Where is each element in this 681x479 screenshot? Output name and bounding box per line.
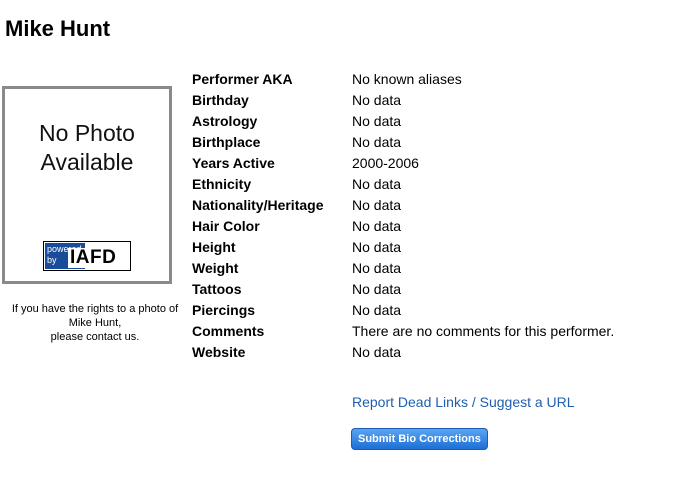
bio-row: Hair Color No data: [192, 216, 614, 237]
bio-row: Birthplace No data: [192, 132, 614, 153]
bio-row: Weight No data: [192, 258, 614, 279]
bio-label: Birthplace: [192, 134, 261, 150]
bio-label: Birthday: [192, 92, 249, 108]
submit-bio-corrections-button[interactable]: Submit Bio Corrections: [351, 428, 488, 450]
bio-label: Ethnicity: [192, 176, 252, 192]
bio-label: Website: [192, 344, 246, 360]
bio-row: Ethnicity No data: [192, 174, 614, 195]
bio-label: Weight: [192, 260, 239, 276]
bio-row: Nationality/Heritage No data: [192, 195, 614, 216]
page-title: Mike Hunt: [5, 16, 111, 41]
bio-row: Years Active 2000-2006: [192, 153, 614, 174]
no-photo-text: No Photo Available: [5, 119, 169, 177]
badge-logo-text: IAFD: [68, 247, 119, 268]
bio-row: Birthday No data: [192, 90, 614, 111]
bio-row: Performer AKA No known aliases: [192, 69, 614, 90]
bio-value: No known aliases: [352, 71, 462, 87]
bio-value: No data: [352, 113, 402, 129]
bio-value: No data: [352, 302, 402, 318]
bio-label: Performer AKA: [192, 71, 293, 87]
bio-label: Tattoos: [192, 281, 242, 297]
report-dead-links-link[interactable]: Report Dead Links / Suggest a URL: [352, 394, 575, 410]
bio-label: Astrology: [192, 113, 258, 129]
bio-label: Height: [192, 239, 236, 255]
bio-label: Nationality/Heritage: [192, 197, 324, 213]
bio-value: No data: [352, 197, 402, 213]
bio-label: Piercings: [192, 302, 256, 318]
bio-value: There are no comments for this performer…: [352, 323, 615, 339]
bio-row: Astrology No data: [192, 111, 614, 132]
bio-label: Comments: [192, 323, 265, 339]
bio-table: Performer AKA No known aliases Birthday No …: [192, 69, 614, 363]
bio-value: No data: [352, 239, 402, 255]
bio-row: Piercings No data: [192, 300, 614, 321]
no-photo-line1: No Photo: [39, 120, 135, 146]
bio-value: No data: [352, 260, 402, 276]
photo-rights-notice: If you have the rights to a photo of Mik…: [11, 303, 179, 343]
bio-label: Years Active: [192, 155, 275, 171]
bio-row: Comments There are no comments for this p…: [192, 321, 614, 342]
bio-value: No data: [352, 134, 402, 150]
bio-label: Hair Color: [192, 218, 260, 234]
bio-value: No data: [352, 344, 402, 360]
bio-row: Height No data: [192, 237, 614, 258]
bio-value: No data: [352, 176, 402, 192]
bio-value: No data: [352, 218, 402, 234]
bio-row: Website No data: [192, 342, 614, 363]
performer-photo-placeholder: No Photo Available powered by IAFD: [2, 86, 172, 284]
no-photo-line2: Available: [40, 149, 134, 175]
bio-row: Tattoos No data: [192, 279, 614, 300]
bio-value: No data: [352, 281, 402, 297]
bio-value: No data: [352, 92, 402, 108]
bio-value: 2000-2006: [352, 155, 419, 171]
powered-by-iafd-logo: powered by IAFD: [43, 241, 131, 271]
